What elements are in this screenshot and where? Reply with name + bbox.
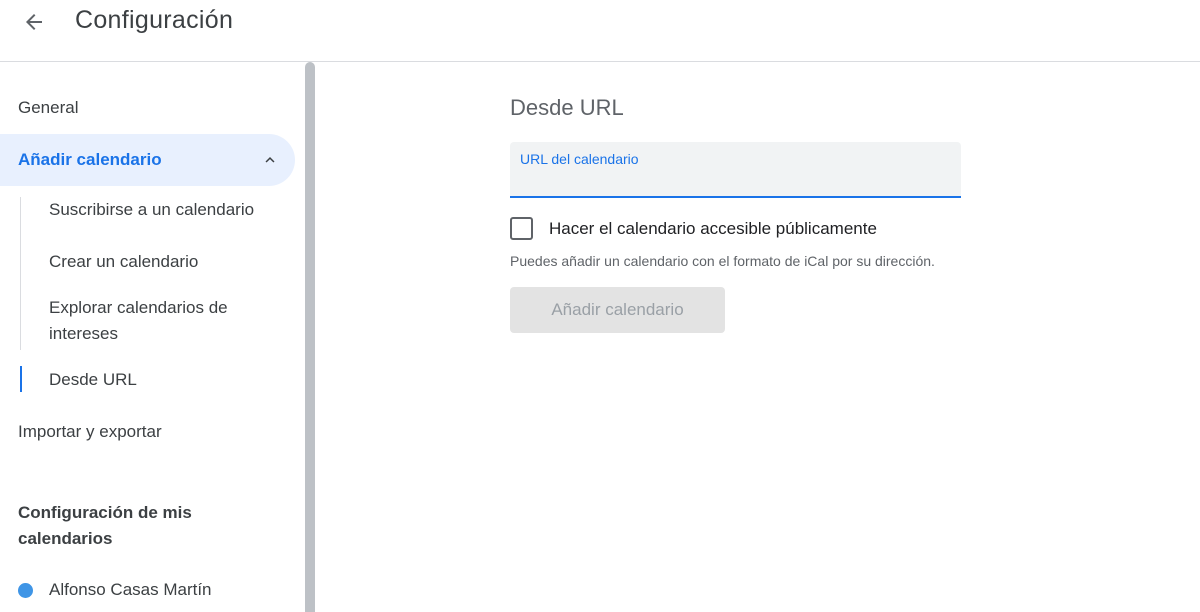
- add-calendar-button[interactable]: Añadir calendario: [510, 287, 725, 333]
- helper-text: Puedes añadir un calendario con el forma…: [510, 253, 935, 269]
- sidebar-subitem-from-url[interactable]: Desde URL: [0, 354, 295, 406]
- chevron-up-icon[interactable]: [261, 151, 279, 169]
- calendar-color-dot: [18, 583, 33, 598]
- public-access-label[interactable]: Hacer el calendario accesible públicamen…: [549, 217, 877, 241]
- sidebar-item-label: Añadir calendario: [18, 150, 162, 169]
- sidebar-subitem-create[interactable]: Crear un calendario: [0, 249, 295, 275]
- url-field-label: URL del calendario: [520, 151, 639, 167]
- sidebar-item-general[interactable]: General: [0, 82, 295, 134]
- active-indicator: [20, 366, 22, 392]
- section-title-my-calendars: Configuración de mis calendarios: [18, 503, 192, 548]
- sidebar-subitem-browse[interactable]: Explorar calendarios de intereses: [0, 295, 295, 347]
- page-title: Configuración: [75, 6, 234, 34]
- sidebar-item-label: General: [18, 98, 79, 117]
- calendar-url-input[interactable]: [520, 170, 950, 194]
- back-button[interactable]: [14, 2, 54, 42]
- sidebar-item-add-calendar[interactable]: Añadir calendario: [0, 134, 295, 186]
- top-bar: Configuración: [0, 0, 1200, 62]
- sidebar-subitem-subscribe[interactable]: Suscribirse a un calendario: [0, 197, 295, 223]
- calendar-item-name[interactable]: Alfonso Casas Martín: [49, 577, 212, 603]
- public-access-checkbox[interactable]: [510, 217, 533, 240]
- sidebar-item-import-export[interactable]: Importar y exportar: [0, 406, 295, 458]
- sidebar-item-label: Importar y exportar: [18, 422, 162, 441]
- sidebar-scrollbar[interactable]: [305, 62, 315, 612]
- arrow-left-icon: [26, 14, 42, 30]
- calendar-url-field[interactable]: URL del calendario: [510, 142, 961, 198]
- section-heading: Desde URL: [510, 95, 624, 120]
